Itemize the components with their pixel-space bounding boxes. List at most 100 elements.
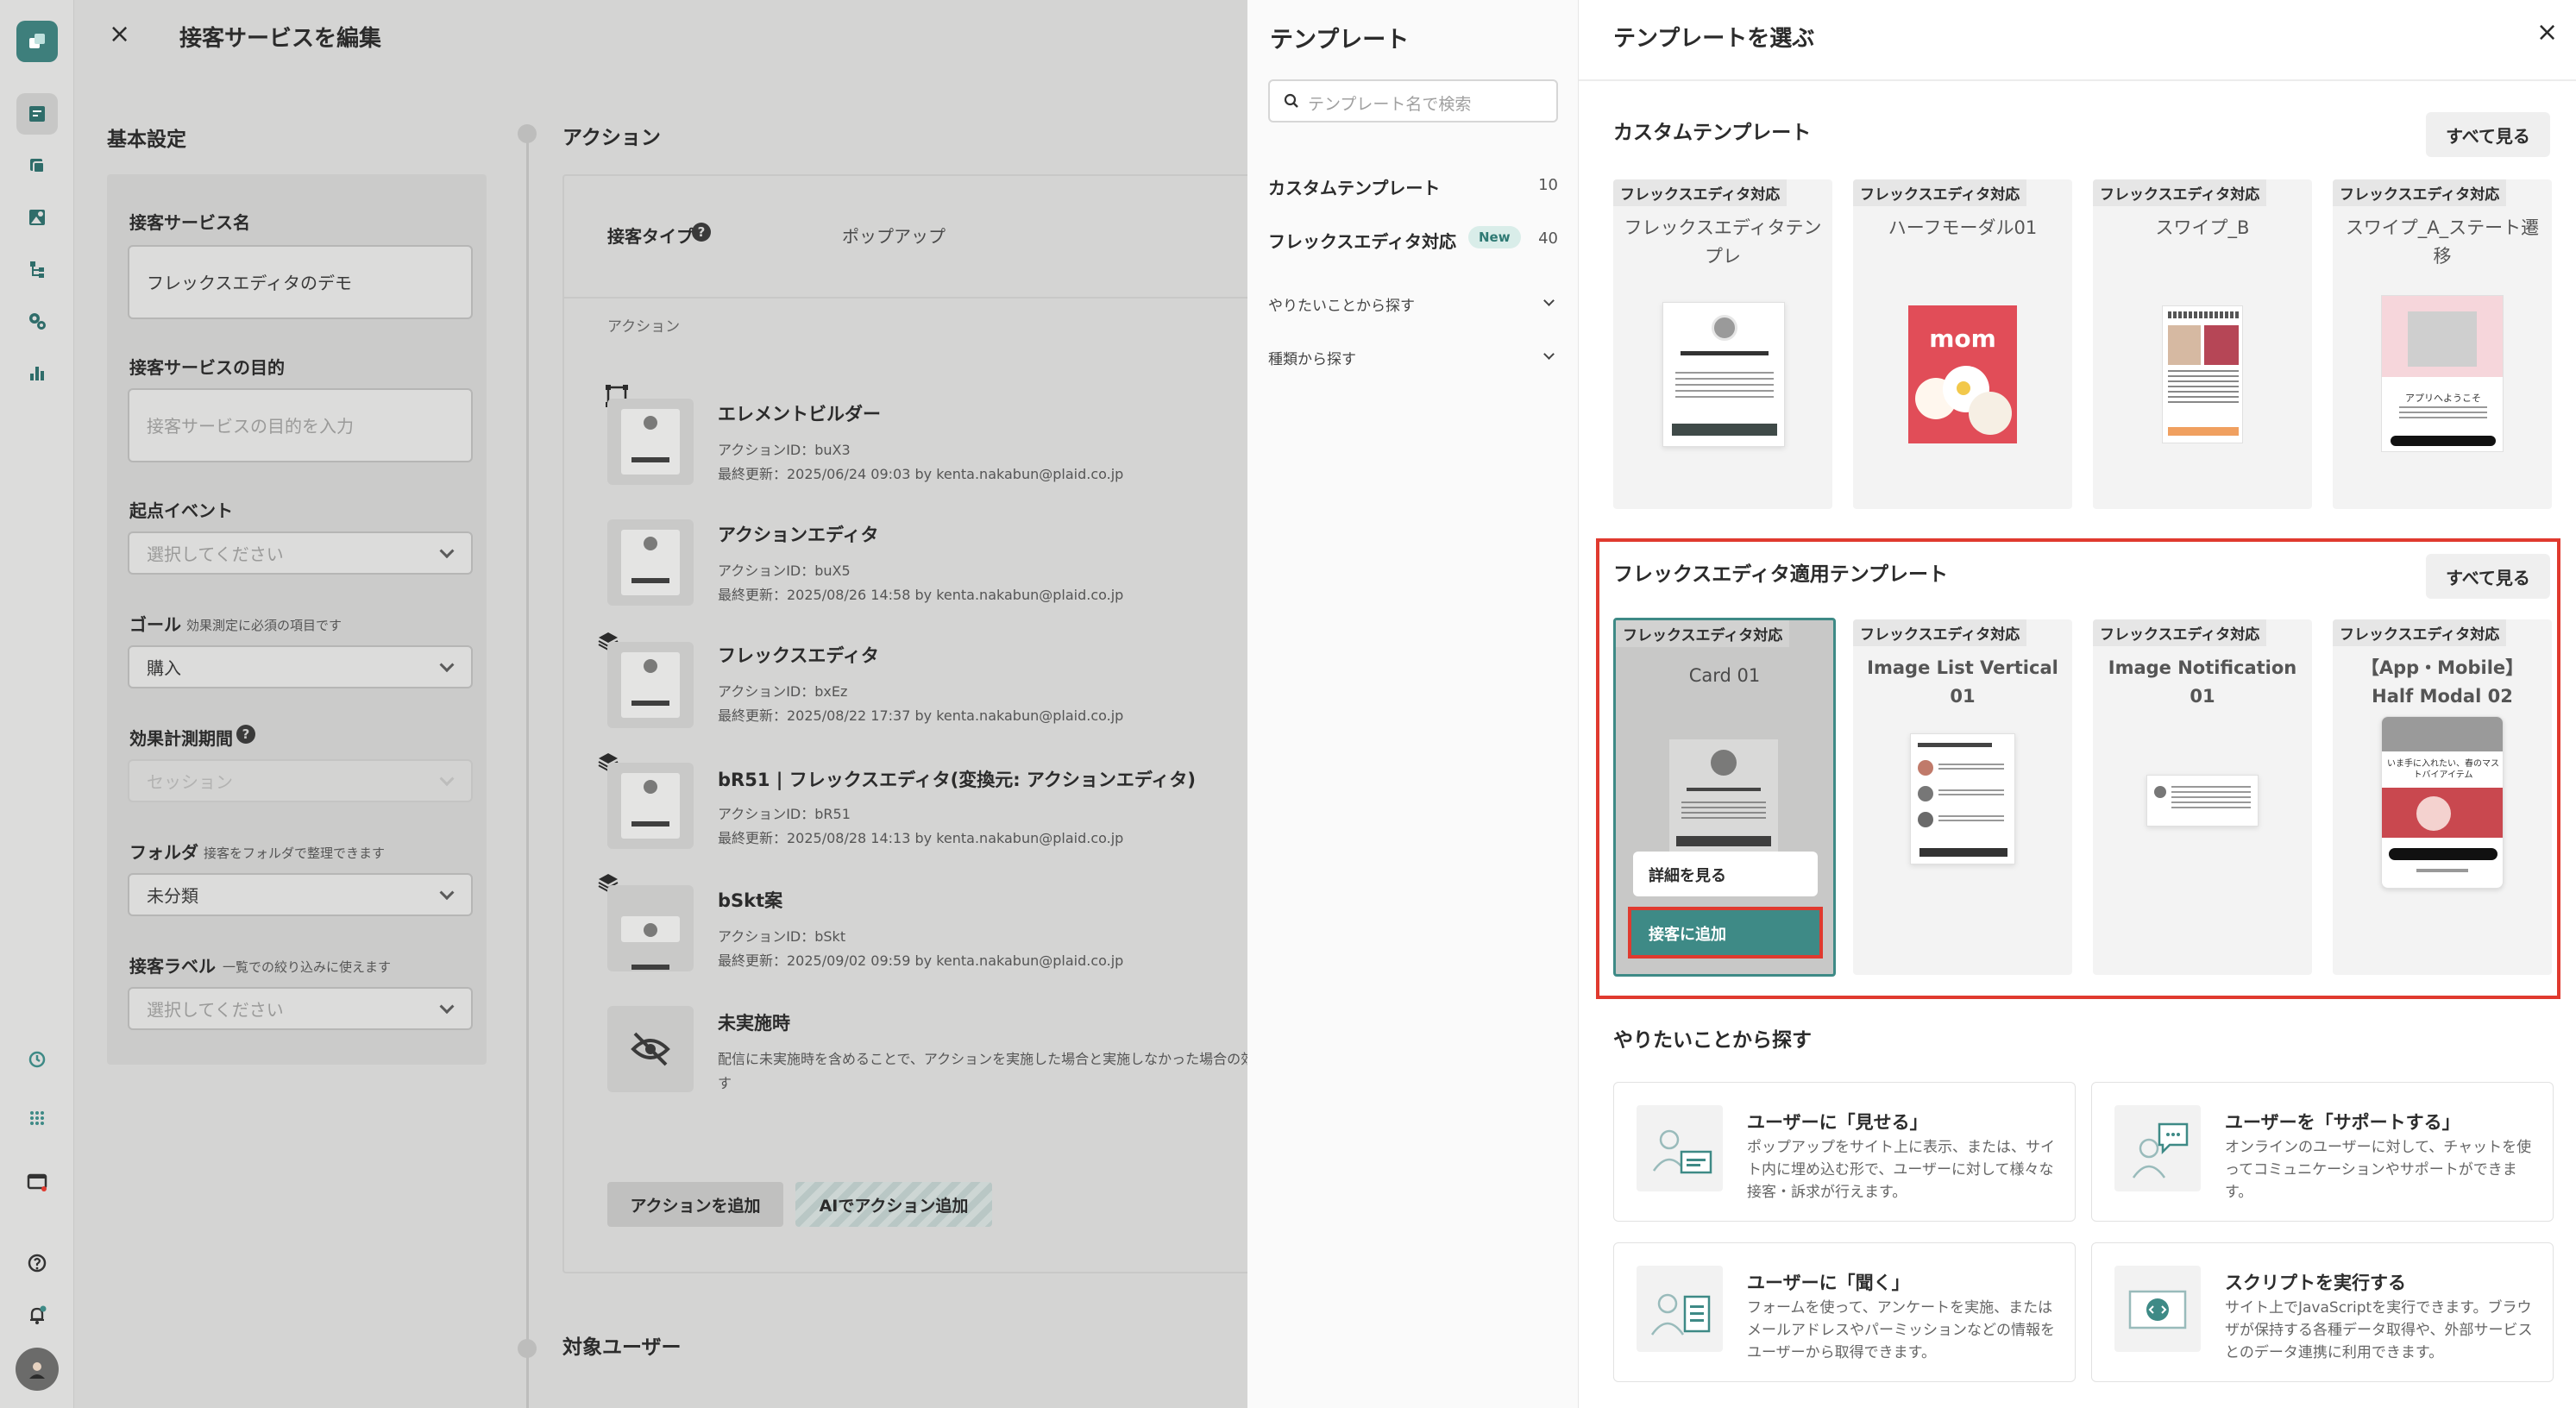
action-name[interactable]: エレメントビルダー [718,400,881,426]
flex-badge: フレックスエディタ対応 [2093,619,2267,646]
start-event-label: 起点イベント [129,500,233,521]
goal-value: 購入 [147,657,181,679]
action-name[interactable]: bSkt案 [718,887,782,913]
template-card[interactable]: フレックスエディタ対応 【App・Mobile】Half Modal 02 いま… [2333,619,2552,975]
apps-grid-icon[interactable] [16,1097,58,1139]
chevron-down-icon [439,771,455,787]
chat-support-icon [2114,1105,2201,1191]
template-title: スワイプ_A_ステート遷移 [2345,217,2540,267]
preview-window-icon[interactable] [16,1161,58,1203]
action-name[interactable]: アクションエディタ [718,521,878,547]
templates-icon[interactable] [16,145,58,186]
service-type-label: 接客タイプ [607,226,694,247]
template-card[interactable]: フレックスエディタ対応 Image List Vertical 01 [1853,619,2072,975]
action-heading: アクション [562,127,661,149]
purpose-placeholder: 接客サービスの目的を入力 [147,416,354,437]
help-icon[interactable] [16,1242,58,1284]
action-name[interactable]: フレックスエディタ [718,642,879,668]
chevron-down-icon [439,544,455,559]
action-thumbnail [607,885,694,971]
purpose-desc: サイト上でJavaScriptを実行できます。ブラウザが保持する各種データ取得や… [2225,1299,2533,1361]
chevron-down-icon [1543,295,1555,306]
template-card[interactable]: フレックスエディタ対応 フレックスエディタテンプレ [1613,179,1832,509]
action-updated: 最終更新：2025/06/24 09:03 by kenta.nakabun@p… [718,466,1124,482]
category-flex-editor[interactable]: フレックスエディタ対応 New 40 [1268,223,1558,257]
no-action-desc: 配信に未実施時を含めることで、アクションを実施した場合と実施しなかった場合の効 [718,1051,1255,1067]
detail-button[interactable]: 詳細を見る [1633,852,1818,896]
goal-hint: 効果測定に必須の項目です [186,618,342,633]
start-event-select[interactable]: 選択してください [128,531,473,575]
purpose-desc: ポップアップをサイト上に表示、または、サイト内に埋め込む形で、ユーザーに対して様… [1747,1139,2055,1201]
notification-bell-icon[interactable] [16,1294,58,1336]
editor-close-icon[interactable]: × [109,19,130,49]
script-code-icon [2114,1266,2201,1352]
template-search-input[interactable]: テンプレート名で検索 [1268,79,1558,123]
panel-close-icon[interactable]: × [2536,17,2558,47]
purpose-card-show[interactable]: ユーザーに「見せる」 ポップアップをサイト上に表示、または、サイト内に埋め込む形… [1613,1082,2076,1222]
template-title: Card 01 [1688,665,1761,686]
media-icon[interactable] [16,197,58,238]
basic-settings-card: 接客サービス名 フレックスエディタのデモ 接客サービスの目的 接客サービスの目的… [107,174,487,1065]
search-icon [1284,93,1298,108]
flex-badge: フレックスエディタ対応 [2333,619,2507,646]
purpose-card-support[interactable]: ユーザーを「サポートする」 オンラインのユーザーに対して、チャットを使ってコミュ… [2091,1082,2554,1222]
template-card[interactable]: フレックスエディタ対応 ハーフモーダル01 mom [1853,179,2072,509]
service-name-label: 接客サービス名 [129,212,250,233]
purpose-label: 接客サービスの目的 [129,357,285,378]
template-panel: テンプレートを選ぶ × カスタムテンプレート すべて見る フレックスエディタ対応… [1579,0,2576,1408]
editor-title: 接客サービスを編集 [179,26,382,52]
services-icon[interactable] [16,93,58,135]
ai-add-action-button[interactable]: AIでアクション追加 [795,1182,992,1227]
template-sidebar-title: テンプレート [1270,27,1410,53]
purpose-desc: オンラインのユーザーに対して、チャットを使ってコミュニケーションやサポートができ… [2225,1139,2532,1201]
action-updated: 最終更新：2025/08/22 17:37 by kenta.nakabun@p… [718,707,1124,724]
template-preview: いま手に入れたい、春のマストバイアイテム [2381,716,2504,889]
filter-by-type[interactable]: 種類から探す [1268,343,1558,374]
user-avatar[interactable] [16,1348,59,1391]
category-custom-templates[interactable]: カスタムテンプレート 10 [1268,169,1558,204]
app-logo-icon[interactable] [16,21,58,62]
template-title: スワイプ_B [2155,217,2250,238]
template-card-hovered[interactable]: フレックスエディタ対応 Card 01 詳細を見る 接客に追加 [1613,618,1836,977]
flow-icon[interactable] [16,248,58,290]
label-select[interactable]: 選択してください [128,987,473,1030]
custom-section-title: カスタムテンプレート [1613,122,1812,144]
chevron-down-icon [439,885,455,901]
goal-select[interactable]: 購入 [128,645,473,688]
period-select: セッション [128,759,473,802]
filter-by-purpose[interactable]: やりたいことから探す [1268,290,1558,321]
action-updated: 最終更新：2025/08/28 14:13 by kenta.nakabun@p… [718,830,1124,846]
settings-icon[interactable] [16,300,58,342]
purpose-card-ask[interactable]: ユーザーに「聞く」 フォームを使って、アンケートを実施、またはメールアドレスやパ… [1613,1242,2076,1382]
template-card[interactable]: フレックスエディタ対応 Image Notification 01 [2093,619,2312,975]
service-name-input[interactable]: フレックスエディタのデモ [128,245,473,319]
help-icon[interactable]: ? [692,223,711,242]
purpose-input[interactable]: 接客サービスの目的を入力 [128,388,473,462]
help-icon[interactable]: ? [236,725,255,744]
flex-badge: フレックスエディタ対応 [1853,179,2027,206]
folder-label: フォルダ [129,842,198,863]
purpose-card-script[interactable]: スクリプトを実行する サイト上でJavaScriptを実行できます。ブラウザが保… [2091,1242,2554,1382]
folder-select[interactable]: 未分類 [128,873,473,916]
purpose-title: ユーザーに「聞く」 [1747,1273,1910,1293]
hidden-eye-icon [607,1006,694,1092]
flex-badge: フレックスエディタ対応 [2093,179,2267,206]
see-all-flex-button[interactable]: すべて見る [2426,554,2550,599]
action-thumbnail [607,519,694,606]
template-card[interactable]: フレックスエディタ対応 スワイプ_B [2093,179,2312,509]
template-title: Image Notification 01 [2108,657,2297,707]
template-title: 【App・Mobile】Half Modal 02 [2360,657,2524,707]
analytics-icon[interactable] [16,352,58,393]
add-to-service-button[interactable]: 接客に追加 [1628,907,1823,959]
flex-badge: フレックスエディタ対応 [1616,620,1790,647]
template-card[interactable]: フレックスエディタ対応 スワイプ_A_ステート遷移 アプリへようこそ [2333,179,2552,509]
template-preview [1669,739,1778,853]
add-action-button[interactable]: アクションを追加 [607,1182,783,1227]
flex-badge: フレックスエディタ対応 [1853,619,2027,646]
see-all-custom-button[interactable]: すべて見る [2426,112,2550,157]
folder-hint: 接客をフォルダで整理できます [204,845,386,861]
action-name[interactable]: bR51 | フレックスエディタ(変換元: アクションエディタ) [718,766,1196,792]
category-label: カスタムテンプレート [1268,178,1441,198]
history-icon[interactable] [16,1039,58,1080]
purpose-title: ユーザーに「見せる」 [1747,1112,1928,1133]
